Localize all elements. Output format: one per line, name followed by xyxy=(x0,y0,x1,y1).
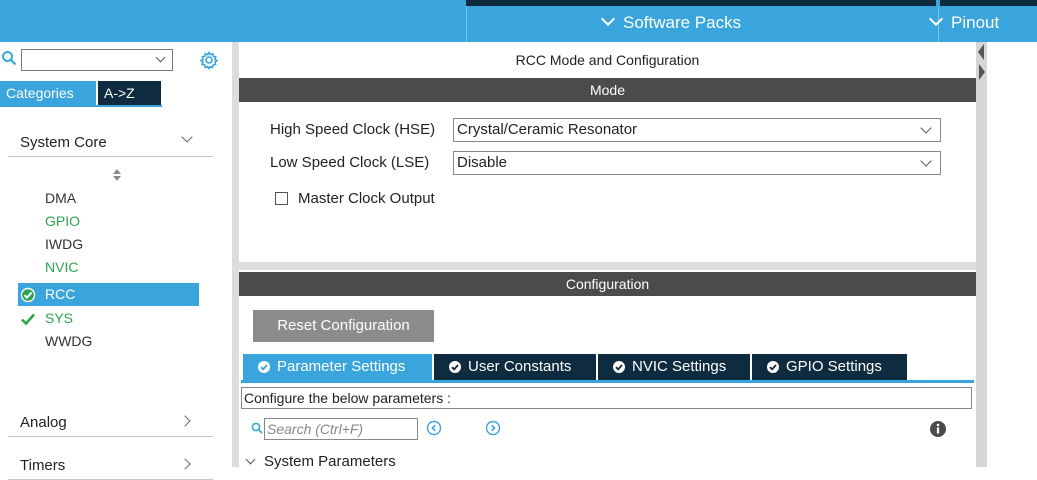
peripheral-gpio[interactable]: GPIO xyxy=(18,210,199,233)
chevron-down-icon xyxy=(920,122,932,134)
master-clock-output-label: Master Clock Output xyxy=(298,190,435,207)
peripheral-iwdg[interactable]: IWDG xyxy=(18,233,199,256)
section-divider xyxy=(239,262,976,270)
lse-label: Low Speed Clock (LSE) xyxy=(270,154,430,171)
sort-icon[interactable] xyxy=(112,168,122,182)
chevron-down-icon xyxy=(600,11,616,27)
group-analog[interactable]: Analog xyxy=(8,406,213,437)
chevron-down-icon xyxy=(181,131,193,143)
peripheral-label: RCC xyxy=(45,286,76,302)
search-icon xyxy=(251,422,263,434)
tab-gpio-settings[interactable]: GPIO Settings xyxy=(752,354,907,380)
gear-icon[interactable] xyxy=(199,50,219,70)
tab-label: NVIC Settings xyxy=(632,358,727,375)
tab-nvic-settings[interactable]: NVIC Settings xyxy=(598,354,750,380)
rcc-configuration-panel: RCC Mode and Configuration Mode High Spe… xyxy=(239,42,976,470)
tab-label: Parameter Settings xyxy=(277,358,406,375)
check-circle-icon xyxy=(449,361,461,373)
system-parameters-label: System Parameters xyxy=(264,453,396,470)
menu-divider xyxy=(466,6,467,42)
hse-select-value: Crystal/Ceramic Resonator xyxy=(457,121,638,138)
search-previous-icon[interactable] xyxy=(426,420,442,436)
category-search-input[interactable] xyxy=(21,49,173,71)
group-system-core[interactable]: System Core xyxy=(8,126,213,157)
tab-underline xyxy=(241,380,974,383)
search-icon[interactable] xyxy=(1,50,17,66)
software-packs-menu[interactable]: Software Packs xyxy=(600,11,742,33)
group-label: Analog xyxy=(20,414,67,431)
peripheral-label: GPIO xyxy=(45,213,81,229)
check-circle-icon xyxy=(258,361,270,373)
tab-user-constants[interactable]: User Constants xyxy=(434,354,596,380)
chevron-down-icon xyxy=(928,11,944,27)
categories-panel: Categories A->Z System Core DMA GPIO IWD… xyxy=(0,42,232,480)
info-icon[interactable] xyxy=(929,420,947,438)
lse-select[interactable]: Disable xyxy=(453,151,941,175)
top-tab-strip xyxy=(466,0,936,6)
pinout-menu[interactable]: Pinout xyxy=(928,11,1000,33)
top-menu-bar: Software Packs Pinout xyxy=(0,0,1037,42)
peripheral-dma[interactable]: DMA xyxy=(18,187,199,210)
category-search-row xyxy=(0,46,232,72)
hse-select[interactable]: Crystal/Ceramic Resonator xyxy=(453,118,941,142)
peripheral-nvic[interactable]: NVIC xyxy=(18,256,199,279)
tab-categories[interactable]: Categories xyxy=(0,81,96,105)
panel-splitter[interactable] xyxy=(232,42,239,467)
check-circle-icon xyxy=(613,361,625,373)
peripheral-rcc[interactable]: RCC xyxy=(18,283,199,306)
chevron-down-icon xyxy=(920,155,932,167)
system-parameters-group[interactable]: System Parameters xyxy=(245,453,396,470)
peripheral-wwdg[interactable]: WWDG xyxy=(18,330,199,353)
search-next-icon[interactable] xyxy=(485,420,501,436)
peripheral-label: DMA xyxy=(45,190,77,206)
hse-label: High Speed Clock (HSE) xyxy=(270,121,436,138)
group-timers[interactable]: Timers xyxy=(8,449,213,480)
software-packs-label: Software Packs xyxy=(623,13,742,32)
peripheral-label: SYS xyxy=(45,310,74,326)
group-label: System Core xyxy=(20,134,107,151)
right-collapse-strip xyxy=(976,42,1037,467)
peripheral-sys[interactable]: SYS xyxy=(18,307,199,330)
group-label: Timers xyxy=(20,457,66,474)
collapse-bar xyxy=(976,42,987,467)
tab-underline xyxy=(0,105,162,107)
tab-label: GPIO Settings xyxy=(786,358,882,375)
check-circle-icon xyxy=(767,361,779,373)
top-tab-strip-right xyxy=(940,0,1037,6)
reset-configuration-button[interactable]: Reset Configuration xyxy=(253,310,434,342)
check-circle-icon xyxy=(20,287,36,303)
peripheral-label: IWDG xyxy=(45,236,84,252)
chevron-down-icon xyxy=(155,52,166,63)
chevron-right-icon xyxy=(179,458,191,470)
tab-a-to-z[interactable]: A->Z xyxy=(98,81,161,105)
master-clock-output-checkbox[interactable] xyxy=(275,192,288,205)
tab-parameter-settings[interactable]: Parameter Settings xyxy=(243,354,432,380)
parameters-description: Configure the below parameters : xyxy=(241,387,972,409)
lse-select-value: Disable xyxy=(457,154,508,171)
parameter-search-input[interactable]: Search (Ctrl+F) xyxy=(264,418,418,440)
configuration-section-header: Configuration xyxy=(239,272,976,296)
tab-label: User Constants xyxy=(468,358,572,375)
collapse-arrow-icon[interactable] xyxy=(976,42,987,82)
page-title: RCC Mode and Configuration xyxy=(515,52,700,68)
pinout-label: Pinout xyxy=(951,13,1000,32)
checkmark-icon xyxy=(21,313,35,326)
chevron-right-icon xyxy=(179,415,191,427)
mode-section-header: Mode xyxy=(239,78,976,102)
chevron-down-icon xyxy=(245,454,256,465)
peripheral-label: NVIC xyxy=(45,259,79,275)
peripheral-label: WWDG xyxy=(45,333,93,349)
